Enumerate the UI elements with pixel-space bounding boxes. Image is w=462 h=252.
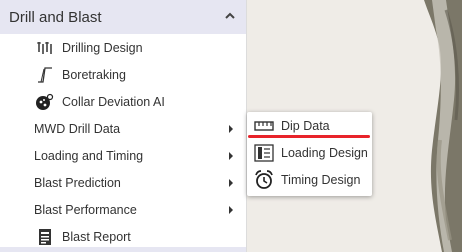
submenu-flyout: Dip Data Loading Design Timing Design	[247, 112, 372, 196]
chevron-up-icon[interactable]	[223, 9, 237, 23]
menu-item-label: Boretraking	[62, 67, 126, 82]
drilling-design-icon	[35, 38, 55, 58]
section-title: Drill and Blast	[9, 8, 102, 26]
side-menu: Drill and Blast Drilling Design Boretrak…	[0, 0, 247, 252]
alarm-clock-icon	[254, 169, 274, 190]
menu-item-label: Blast Prediction	[34, 175, 121, 190]
submenu-item-label: Dip Data	[281, 118, 330, 133]
loading-design-icon	[254, 143, 274, 163]
submenu-item-label: Timing Design	[281, 172, 361, 187]
section-header-drill-and-blast[interactable]: Drill and Blast	[0, 0, 246, 34]
menu-item-label: Collar Deviation AI	[62, 94, 165, 109]
ruler-icon	[254, 116, 274, 136]
menu-item-label: Blast Report	[62, 229, 131, 244]
menu-item-label: Drilling Design	[62, 40, 143, 55]
submenu-item-timing-design[interactable]: Timing Design	[247, 166, 372, 193]
menu-item-blast-report[interactable]: Blast Report	[0, 223, 246, 250]
menu-item-blast-prediction[interactable]: Blast Prediction	[0, 169, 246, 196]
menu-item-label: MWD Drill Data	[34, 121, 121, 136]
blast-report-icon	[35, 227, 55, 247]
submenu-arrow-icon	[229, 125, 233, 133]
menu-item-loading-and-timing[interactable]: Loading and Timing	[0, 142, 246, 169]
submenu-arrow-icon	[229, 152, 233, 160]
submenu-item-dip-data[interactable]: Dip Data	[247, 112, 372, 139]
menu-item-label: Blast Performance	[34, 202, 137, 217]
menu-item-boretraking[interactable]: Boretraking	[0, 61, 246, 88]
submenu-item-loading-design[interactable]: Loading Design	[247, 139, 372, 166]
next-section-strip	[0, 247, 246, 252]
submenu-arrow-icon	[229, 179, 233, 187]
boretraking-icon	[35, 65, 55, 85]
menu-item-mwd-drill-data[interactable]: MWD Drill Data	[0, 115, 246, 142]
menu-item-collar-deviation-ai[interactable]: Collar Deviation AI	[0, 88, 246, 115]
submenu-arrow-icon	[229, 206, 233, 214]
menu-item-label: Loading and Timing	[34, 148, 144, 163]
menu-item-blast-performance[interactable]: Blast Performance	[0, 196, 246, 223]
submenu-item-label: Loading Design	[281, 145, 368, 160]
collar-deviation-icon	[35, 92, 55, 112]
menu-item-drilling-design[interactable]: Drilling Design	[0, 34, 246, 61]
